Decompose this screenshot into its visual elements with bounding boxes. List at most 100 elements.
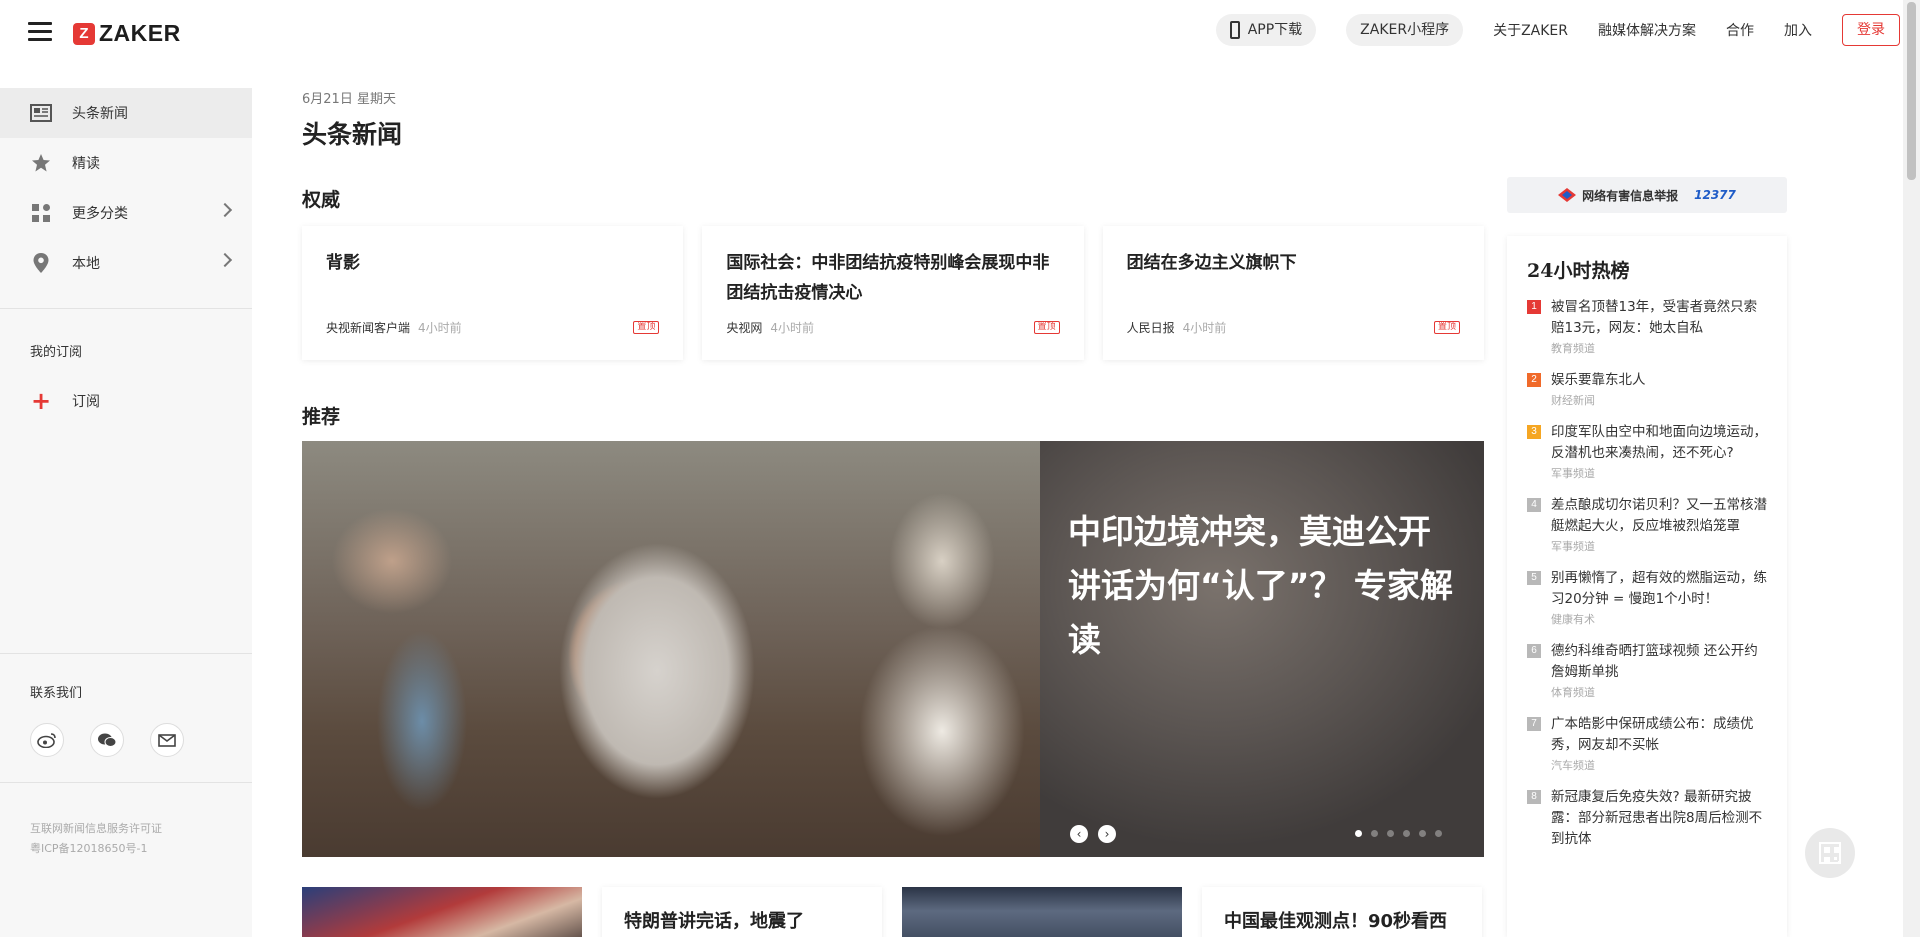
report-number: 12377 (1694, 188, 1736, 202)
hot-list-panel: 24小时热榜 1 被冒名顶替13年，受害者竟然只索赔13元，网友：她太自私 教育频… (1507, 236, 1787, 937)
mini-program-label: ZAKER小程序 (1360, 22, 1450, 38)
hot-list-item[interactable]: 4 差点酿成切尔诺贝利？又一五常核潜艇燃起大火，反应堆被烈焰笼罩 军事频道 (1527, 495, 1769, 554)
sidebar-item-label: 头条新闻 (72, 106, 128, 122)
scrollbar-thumb[interactable] (1907, 2, 1916, 180)
logo-mark-icon: Z (73, 22, 95, 45)
news-source: 央视新闻客户端 (326, 321, 411, 335)
zaker-logo[interactable]: Z ZAKER (73, 20, 181, 47)
email-icon[interactable] (150, 723, 184, 757)
sidebar-item-label: 精读 (72, 156, 100, 172)
nav-link-about[interactable]: 关于ZAKER (1493, 20, 1568, 40)
app-download-button[interactable]: APP下载 (1215, 14, 1317, 46)
hot-item-source: 教育频道 (1551, 342, 1595, 355)
hot-list-item[interactable]: 1 被冒名顶替13年，受害者竟然只索赔13元，网友：她太自私 教育频道 (1527, 297, 1769, 356)
contact-title: 联系我们 (30, 686, 83, 701)
pinned-badge: 置顶 (1033, 321, 1060, 334)
report-text: 网络有害信息举报 (1582, 188, 1679, 203)
top-header: Z ZAKER APP下载 ZAKER小程序 关于ZAKER 融媒体解决方案 合… (0, 0, 1900, 64)
carousel-dot[interactable] (1355, 830, 1362, 837)
news-time: 4小时前 (770, 321, 814, 335)
hot-item-source: 军事频道 (1551, 540, 1595, 553)
news-source: 央视网 (726, 321, 763, 335)
hot-list-item[interactable]: 5 别再懒惰了，超有效的燃脂运动，练习20分钟 = 慢跑1个小时！ 健康有术 (1527, 568, 1769, 627)
news-card[interactable]: 国际社会：中非团结抗疫特别峰会展现中非团结抗击疫情决心 央视网 4小时前 置顶 (702, 226, 1084, 360)
news-thumbnail[interactable] (302, 887, 582, 937)
grid-icon (30, 203, 52, 223)
weibo-icon[interactable] (30, 723, 64, 757)
carousel-next-icon[interactable]: › (1098, 825, 1116, 843)
hot-item-source: 财经新闻 (1551, 394, 1595, 407)
license-line: 互联网新闻信息服务许可证 (30, 822, 162, 835)
sidebar-item-headlines[interactable]: 头条新闻 (0, 88, 252, 138)
contact-section: 联系我们 (0, 653, 252, 757)
news-card[interactable]: 背影 央视新闻客户端 4小时前 置顶 (302, 226, 684, 360)
recommend-section-title: 推荐 (302, 406, 341, 428)
sidebar-item-local[interactable]: 本地 (0, 238, 252, 288)
carousel-dot[interactable] (1387, 830, 1394, 837)
contact-icons (0, 723, 252, 757)
hero-carousel[interactable]: 中印边境冲突，莫迪公开讲话为何“认了”？ 专家解读 ‹ › (302, 441, 1484, 857)
sidebar-item-label: 本地 (72, 256, 100, 272)
carousel-prev-icon[interactable]: ‹ (1070, 825, 1088, 843)
hamburger-menu-icon[interactable] (28, 22, 52, 41)
carousel-dot[interactable] (1435, 830, 1442, 837)
qr-code-icon (1819, 842, 1841, 864)
mini-program-button[interactable]: ZAKER小程序 (1346, 14, 1464, 46)
hot-list-item[interactable]: 7 广本皓影中保研成绩公布：成绩优秀，网友却不买帐 汽车频道 (1527, 714, 1769, 773)
hot-item-text: 别再懒惰了，超有效的燃脂运动，练习20分钟 = 慢跑1个小时！ (1551, 570, 1767, 607)
hot-item-text: 印度军队由空中和地面向边境运动，反潜机也来凑热闹，还不死心? (1551, 424, 1767, 461)
wechat-icon[interactable] (90, 723, 124, 757)
hot-item-text: 差点酿成切尔诺贝利？又一五常核潜艇燃起大火，反应堆被烈焰笼罩 (1551, 497, 1767, 534)
news-thumbnail[interactable] (902, 887, 1182, 937)
newspaper-icon (30, 103, 52, 123)
nav-link-join[interactable]: 加入 (1784, 20, 1812, 40)
news-card-meta: 人民日报 4小时前 (1127, 319, 1227, 336)
carousel-dot[interactable] (1419, 830, 1426, 837)
login-button[interactable]: 登录 (1842, 14, 1900, 46)
subscribe-button[interactable]: + 订阅 (0, 376, 252, 426)
news-card-title[interactable]: 特朗普讲完话，地震了 (602, 887, 882, 937)
news-card-title: 团结在多边主义旗帜下 (1126, 253, 1297, 273)
rank-badge: 5 (1527, 571, 1541, 585)
rank-badge: 6 (1527, 644, 1541, 658)
license-info: 互联网新闻信息服务许可证 粤ICP备12018650号-1 (0, 782, 252, 859)
report-banner[interactable]: 网络有害信息举报 12377 (1507, 177, 1787, 213)
news-time: 4小时前 (418, 321, 462, 335)
current-date: 6月21日 星期天 (302, 92, 396, 107)
sidebar-item-more-categories[interactable]: 更多分类 (0, 188, 252, 238)
hot-item-source: 健康有术 (1551, 613, 1595, 626)
rank-badge: 3 (1527, 425, 1541, 439)
news-card-meta: 央视新闻客户端 4小时前 (326, 319, 462, 336)
top-nav: APP下载 ZAKER小程序 关于ZAKER 融媒体解决方案 合作 加入 登录 (1215, 14, 1900, 46)
page-title: 头条新闻 (302, 120, 403, 149)
authority-section-title: 权威 (302, 189, 341, 211)
carousel-dot[interactable] (1371, 830, 1378, 837)
hot-list-item[interactable]: 2 娱乐要靠东北人 财经新闻 (1527, 370, 1769, 408)
carousel-dot[interactable] (1403, 830, 1410, 837)
hero-text-panel[interactable]: 中印边境冲突，莫迪公开讲话为何“认了”？ 专家解读 ‹ › (1040, 441, 1484, 857)
news-card[interactable]: 团结在多边主义旗帜下 人民日报 4小时前 置顶 (1102, 226, 1484, 360)
news-card-meta: 央视网 4小时前 (726, 319, 814, 336)
hot-list-item[interactable]: 8 新冠康复后免疫失效? 最新研究披露：部分新冠患者出院8周后检测不到抗体 (1527, 787, 1769, 850)
qr-code-button[interactable] (1805, 828, 1855, 878)
hero-photo[interactable] (302, 441, 1040, 857)
hot-item-source: 体育频道 (1551, 686, 1595, 699)
phone-icon (1229, 21, 1240, 39)
hot-list-item[interactable]: 6 德约科维奇晒打篮球视频 还公开约詹姆斯单挑 体育频道 (1527, 641, 1769, 700)
report-logo-icon (1558, 188, 1577, 202)
rank-badge: 8 (1527, 790, 1541, 804)
hot-item-text: 广本皓影中保研成绩公布：成绩优秀，网友却不买帐 (1551, 716, 1754, 753)
nav-link-cooperation[interactable]: 合作 (1726, 20, 1754, 40)
news-card-title: 国际社会：中非团结抗疫特别峰会展现中非团结抗击疫情决心 (726, 253, 1050, 303)
nav-link-solutions[interactable]: 融媒体解决方案 (1598, 20, 1696, 40)
carousel-arrows: ‹ › (1070, 825, 1126, 843)
authority-cards: 背影 央视新闻客户端 4小时前 置顶 国际社会：中非团结抗疫特别峰会展现中非团结抗… (302, 226, 1484, 360)
subscribe-label: 订阅 (72, 394, 100, 410)
rank-badge: 1 (1527, 300, 1541, 314)
sidebar-item-featured[interactable]: 精读 (0, 138, 252, 188)
hero-headline[interactable]: 中印边境冲突，莫迪公开讲话为何“认了”？ 专家解读 (1068, 505, 1456, 667)
chevron-right-icon (217, 202, 233, 218)
hot-list-item[interactable]: 3 印度军队由空中和地面向边境运动，反潜机也来凑热闹，还不死心? 军事频道 (1527, 422, 1769, 481)
page-scrollbar[interactable] (1903, 0, 1920, 937)
news-card-title[interactable]: 中国最佳观测点！90秒看西 (1202, 887, 1482, 937)
